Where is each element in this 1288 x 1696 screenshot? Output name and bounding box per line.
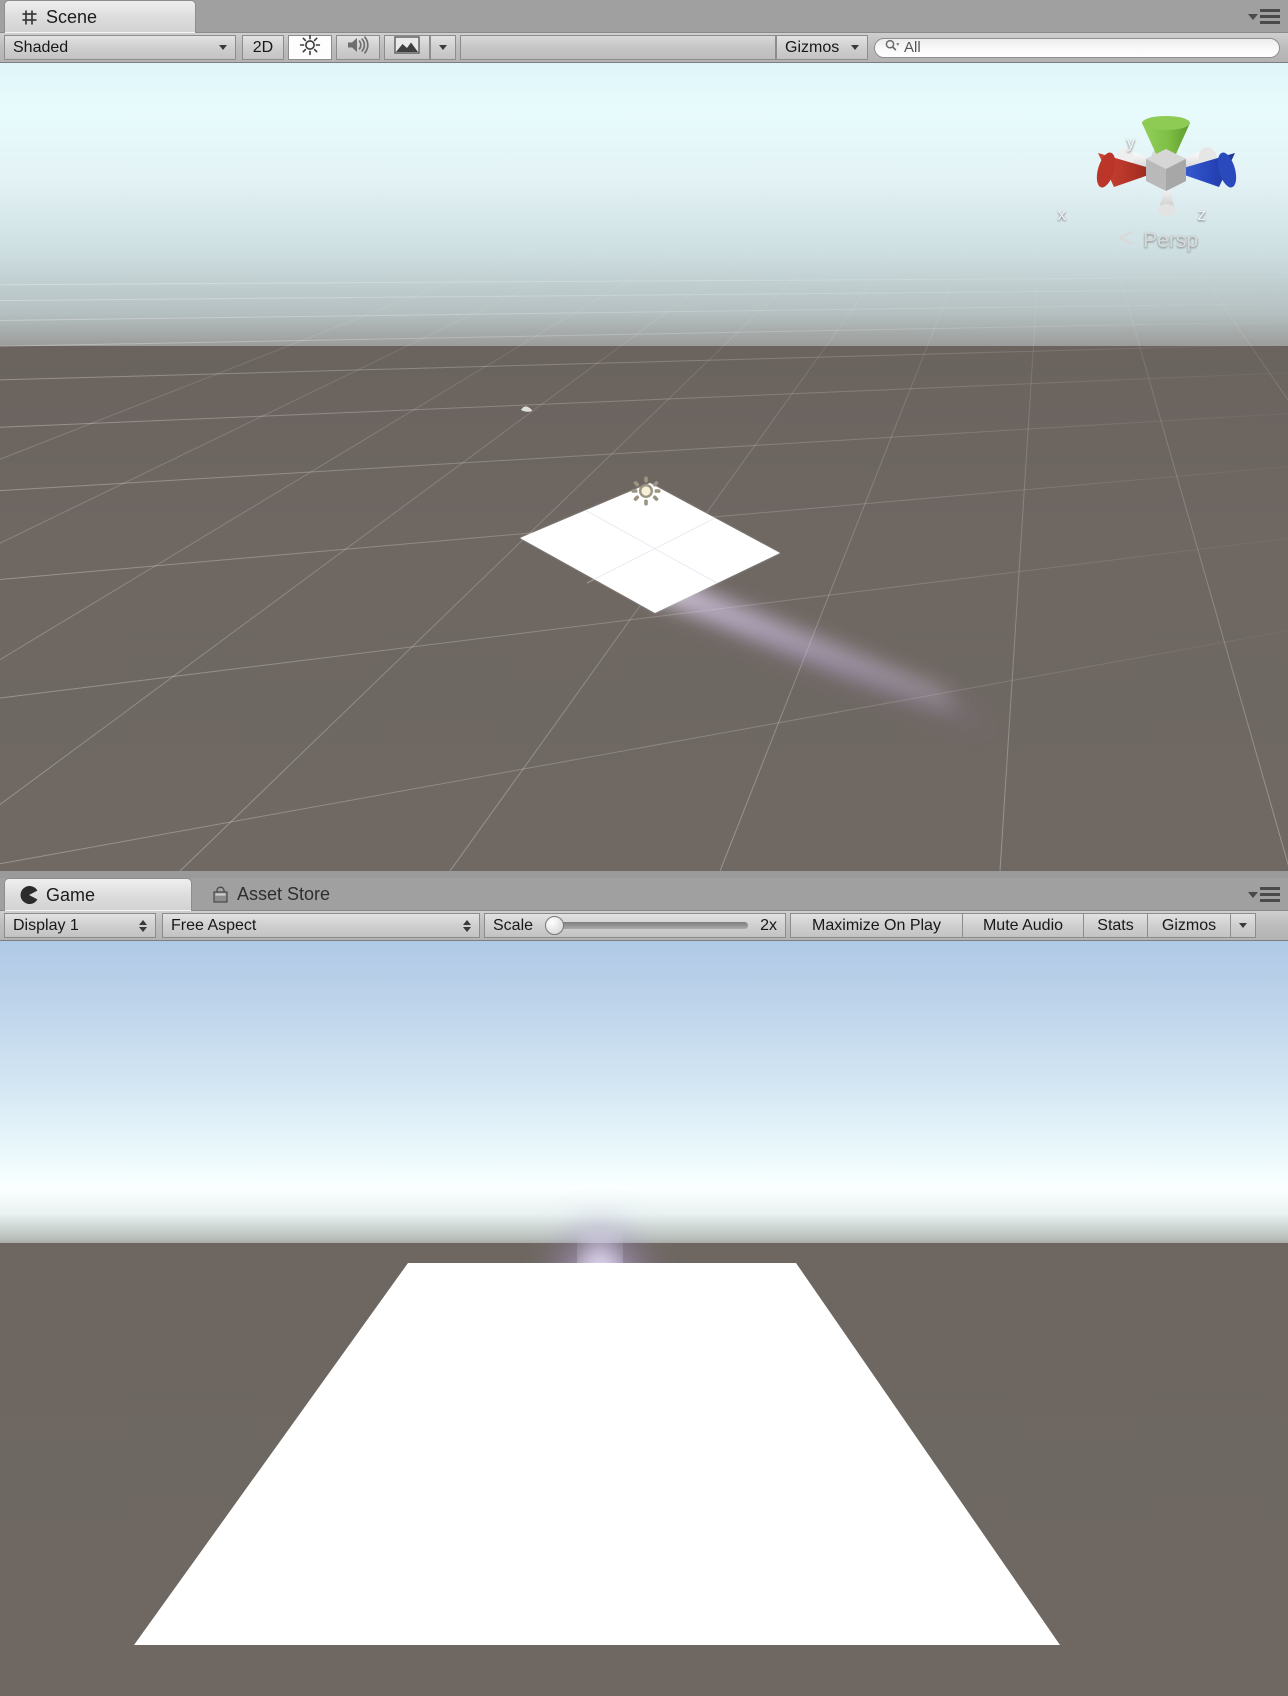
scale-value: 2x (760, 916, 777, 934)
point-light-icon[interactable] (630, 475, 662, 507)
maximize-on-play-label: Maximize On Play (812, 916, 941, 934)
stepper-icon (139, 919, 147, 932)
stats-label: Stats (1097, 916, 1134, 934)
store-icon (210, 885, 230, 905)
unity-editor-window: Scene Shaded 2D Gizmos All y x z Persp G… (0, 0, 1288, 1696)
stats-button[interactable]: Stats (1083, 913, 1148, 938)
scene-gizmos-dropdown[interactable]: Gizmos (776, 35, 868, 60)
tab-scene-label: Scene (46, 6, 98, 27)
scene-panel-options-icon[interactable] (1248, 9, 1280, 24)
hamburger-icon (1260, 887, 1280, 902)
hamburger-icon (1260, 9, 1280, 24)
search-icon (885, 39, 900, 56)
toggle-2d-label: 2D (252, 38, 274, 56)
scene-tabbar: Scene (0, 0, 1288, 33)
grid-icon (19, 7, 39, 27)
gizmo-axis-x-label[interactable]: x (1058, 205, 1067, 225)
scale-slider-group[interactable]: Scale 2x (484, 913, 786, 938)
game-floor-quad (134, 1263, 1060, 1645)
toggle-2d-button[interactable]: 2D (242, 35, 284, 60)
game-panel-options-icon[interactable] (1248, 887, 1280, 902)
scale-slider-handle[interactable] (545, 916, 565, 935)
tab-asset-store-label: Asset Store (237, 884, 331, 904)
aspect-dropdown[interactable]: Free Aspect (162, 913, 480, 938)
game-toolbar: Display 1 Free Aspect Scale 2x Maximize … (0, 911, 1288, 941)
chevron-down-icon (219, 45, 227, 50)
game-panel: Game Asset Store Display 1 Free Aspect S… (0, 878, 1288, 1696)
tab-game[interactable]: Game (4, 878, 192, 911)
game-gizmos-label: Gizmos (1161, 916, 1217, 934)
scene-viewport[interactable]: y x z Persp (0, 63, 1288, 871)
scene-panel: Scene Shaded 2D Gizmos All y x z Persp (0, 0, 1288, 872)
search-input-value: All (904, 39, 921, 56)
gizmo-axis-z-label[interactable]: z (1198, 205, 1207, 225)
scene-toolbar: Shaded 2D Gizmos All (0, 33, 1288, 63)
game-icon (19, 885, 39, 905)
audio-toggle-button[interactable] (336, 35, 380, 60)
chevron-down-icon (1239, 923, 1247, 928)
chevron-down-icon (1248, 891, 1258, 898)
display-label: Display 1 (13, 916, 79, 934)
projection-mode-label: Persp (1143, 229, 1198, 252)
scene-gizmos-label: Gizmos (785, 38, 840, 56)
fx-dropdown-button[interactable] (430, 35, 456, 60)
projection-mode-toggle[interactable]: Persp (1117, 229, 1198, 253)
speaker-icon (346, 35, 370, 60)
fx-toggle-button[interactable] (384, 35, 430, 60)
scale-label: Scale (493, 916, 534, 934)
lighting-toggle-button[interactable] (288, 34, 332, 61)
scale-slider[interactable] (545, 916, 749, 935)
draw-mode-dropdown[interactable]: Shaded (4, 35, 236, 60)
game-viewport[interactable] (0, 941, 1288, 1696)
draw-mode-label: Shaded (13, 38, 69, 56)
game-gizmos-button[interactable]: Gizmos (1147, 913, 1231, 938)
chevron-down-icon (851, 45, 859, 50)
tab-scene[interactable]: Scene (4, 0, 196, 33)
mute-audio-button[interactable]: Mute Audio (962, 913, 1084, 938)
scene-distant-marker-icon (521, 406, 532, 412)
mute-audio-label: Mute Audio (982, 916, 1064, 934)
aspect-label: Free Aspect (171, 916, 257, 934)
stepper-icon (463, 919, 471, 932)
maximize-on-play-button[interactable]: Maximize On Play (790, 913, 963, 938)
scene-search-wrap: All (868, 33, 1288, 62)
chevron-down-icon (1248, 13, 1258, 20)
tab-game-label: Game (46, 884, 96, 905)
game-tabbar: Game Asset Store (0, 878, 1288, 911)
gizmo-axis-y-label[interactable]: y (1127, 133, 1136, 153)
chevron-down-icon (439, 45, 447, 50)
search-input[interactable]: All (874, 37, 1280, 58)
tab-asset-store[interactable]: Asset Store (196, 878, 376, 911)
image-fx-icon (394, 36, 420, 59)
scene-toolbar-filler (460, 35, 776, 60)
display-dropdown[interactable]: Display 1 (4, 913, 156, 938)
sun-icon (299, 34, 321, 61)
chevron-left-icon (1117, 229, 1137, 253)
game-gizmos-dropdown[interactable] (1230, 913, 1256, 938)
